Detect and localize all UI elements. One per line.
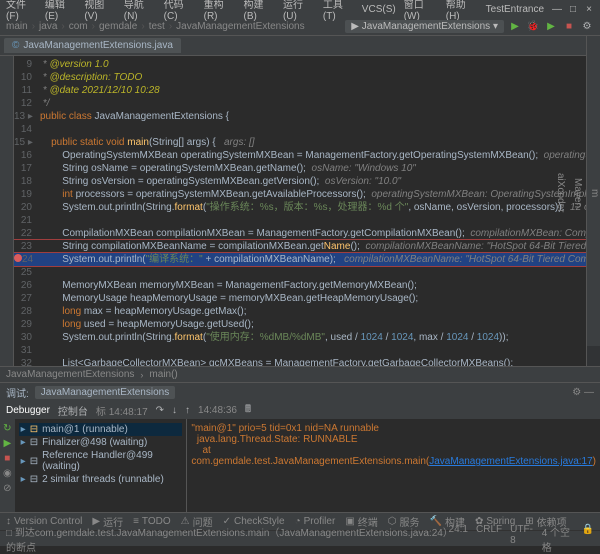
stop-button[interactable]: ■	[562, 20, 576, 34]
rerun-icon[interactable]: ↻	[3, 423, 11, 434]
debug-button[interactable]: 🐞	[526, 20, 540, 34]
code-editor[interactable]: 9 * @version 1.0 10 * @description: TODO…	[14, 56, 586, 366]
evaluate-icon[interactable]: 🖩	[245, 402, 251, 419]
menu-nav[interactable]: 导航(N)	[124, 0, 156, 22]
right-tool-strip[interactable]: mMavenaiXcoder	[586, 36, 600, 346]
editor-tabs: ©JavaManagementExtensions.java	[0, 36, 600, 56]
cursor-pos[interactable]: 24:1	[449, 524, 468, 554]
step-into-icon[interactable]: ↓	[172, 405, 177, 416]
line-sep[interactable]: CRLF	[476, 524, 502, 554]
breadcrumb-part[interactable]: gemdale	[99, 21, 137, 32]
crumb-method[interactable]: main()	[149, 369, 177, 380]
thread-info: "main@1" prio=5 tid=0x1 nid=NA runnable	[191, 423, 596, 434]
step-over-icon[interactable]: ↷	[156, 405, 164, 416]
coverage-button[interactable]: ▶	[544, 20, 558, 34]
close-button[interactable]: ×	[584, 4, 594, 15]
menu-build[interactable]: 构建(B)	[244, 0, 275, 22]
console-tab[interactable]: 控制台	[58, 403, 88, 418]
left-tool-strip[interactable]	[0, 56, 14, 366]
source-link[interactable]: JavaManagementExtensions.java:17	[429, 456, 592, 467]
menu-code[interactable]: 代码(C)	[164, 0, 196, 22]
breadcrumb-part[interactable]: test	[149, 21, 165, 32]
breadcrumb-part[interactable]: com	[69, 21, 88, 32]
menu-file[interactable]: 文件(F)	[6, 0, 37, 22]
menu-help[interactable]: 帮助(H)	[446, 0, 478, 22]
menu-window[interactable]: 窗口(W)	[404, 0, 438, 22]
debug-label: 调试:	[6, 385, 29, 400]
editor-breadcrumbs: JavaManagementExtensions › main()	[0, 366, 600, 382]
lock-icon[interactable]: 🔒	[582, 524, 594, 554]
step-out-icon[interactable]: ↑	[185, 405, 190, 416]
stack-frame: at com.gemdale.test.JavaManagementExtens…	[191, 445, 596, 467]
run-button[interactable]: ▶	[508, 20, 522, 34]
stop-icon[interactable]: ■	[4, 453, 10, 464]
time-label: 14:48:36	[198, 405, 237, 416]
mute-icon[interactable]: ⊘	[3, 483, 11, 494]
frame-row[interactable]: ▸⊟2 similar threads (runnable)	[19, 473, 183, 486]
search-icon[interactable]: ⚙	[580, 20, 594, 34]
run-config-combo[interactable]: ▶ JavaManagementExtensions ▾	[345, 20, 504, 33]
minimize-button[interactable]: —	[552, 4, 562, 15]
menu-vcs[interactable]: VCS(S)	[362, 4, 396, 15]
menu-tools[interactable]: 工具(T)	[323, 0, 354, 22]
indent[interactable]: 4 个空格	[542, 524, 574, 554]
breakpoints-icon[interactable]: ◉	[3, 468, 12, 479]
menu-test[interactable]: TestEntrance	[486, 4, 544, 15]
resume-icon[interactable]: ▶	[3, 438, 11, 449]
debug-config-tab[interactable]: JavaManagementExtensions	[35, 386, 175, 399]
frame-row[interactable]: ▸⊟Finalizer@498 (waiting)	[19, 436, 183, 449]
crumb-class[interactable]: JavaManagementExtensions	[6, 369, 134, 380]
status-bar: □ 到达com.gemdale.test.JavaManagementExten…	[0, 530, 600, 546]
debug-panel: 调试: JavaManagementExtensions ⚙ — Debugge…	[0, 382, 600, 512]
menu-refactor[interactable]: 重构(R)	[204, 0, 236, 22]
menu-edit[interactable]: 编辑(E)	[45, 0, 76, 22]
maximize-button[interactable]: □	[568, 4, 578, 15]
breadcrumb-part[interactable]: main	[6, 21, 28, 32]
frames-panel[interactable]: ▸⊟main@1 (runnable) ▸⊟Finalizer@498 (wai…	[15, 419, 188, 512]
breadcrumb-part[interactable]: JavaManagementExtensions	[176, 21, 304, 32]
thread-state: java.lang.Thread.State: RUNNABLE	[191, 434, 596, 445]
breadcrumb-part[interactable]: java	[39, 21, 57, 32]
menu-view[interactable]: 视图(V)	[84, 0, 115, 22]
file-tab[interactable]: ©JavaManagementExtensions.java	[4, 38, 181, 53]
debugger-tab[interactable]: Debugger	[6, 405, 50, 416]
menu-run[interactable]: 运行(U)	[283, 0, 315, 22]
hide-icon[interactable]: ⚙ —	[572, 387, 594, 398]
frame-row[interactable]: ▸⊟main@1 (runnable)	[19, 423, 183, 436]
variables-panel[interactable]: "main@1" prio=5 tid=0x1 nid=NA runnable …	[187, 419, 600, 512]
menu-bar: 文件(F) 编辑(E) 视图(V) 导航(N) 代码(C) 重构(R) 构建(B…	[0, 0, 600, 18]
breakpoint-icon[interactable]	[14, 254, 22, 262]
debug-side-toolbar: ↻ ▶ ■ ◉ ⊘	[0, 419, 15, 512]
encoding[interactable]: UTF-8	[510, 524, 534, 554]
frame-row[interactable]: ▸⊟Reference Handler@499 (waiting)	[19, 449, 183, 473]
status-message: □ 到达com.gemdale.test.JavaManagementExten…	[6, 524, 449, 554]
time-label: 标 14:48:17	[96, 403, 148, 418]
